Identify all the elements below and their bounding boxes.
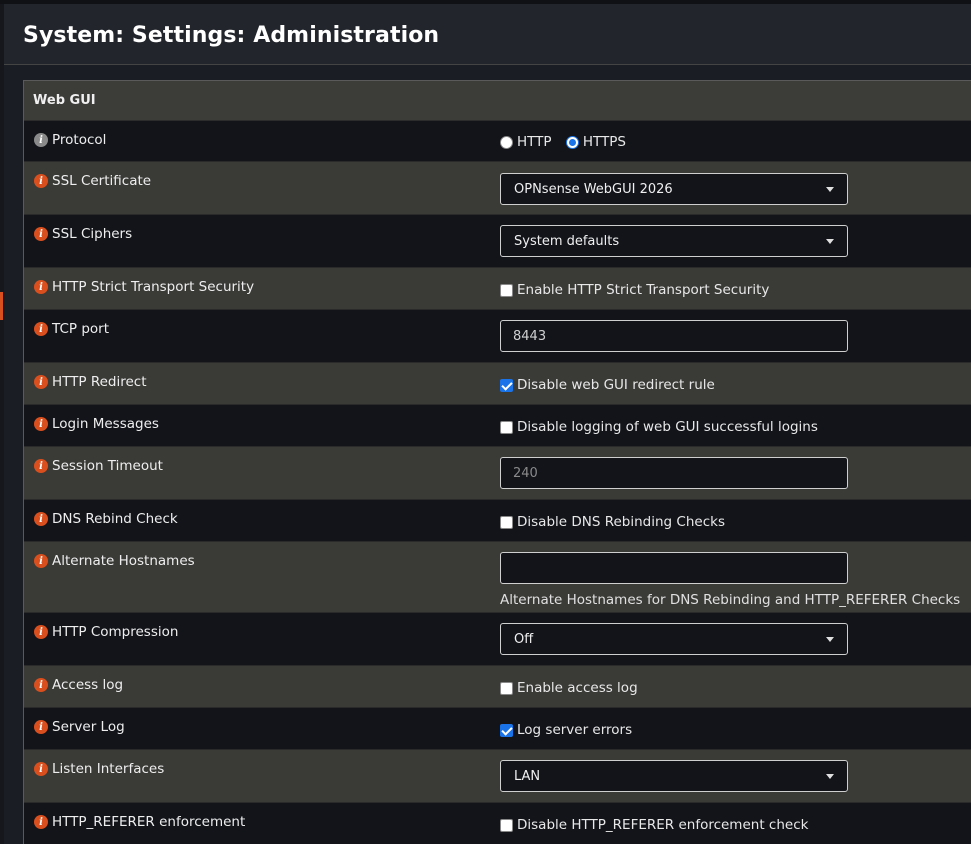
server-log-checkbox-box[interactable] — [500, 723, 513, 737]
radio-http[interactable]: HTTP — [500, 134, 552, 150]
row-tcp-port: i TCP port 8443 — [24, 310, 971, 363]
info-icon[interactable]: i — [34, 678, 48, 692]
label-protocol: i Protocol — [34, 132, 106, 148]
radio-https[interactable]: HTTPS — [565, 134, 626, 150]
sidebar-edge — [0, 4, 4, 844]
row-access-log: i Access log Enable access log — [24, 666, 971, 708]
web-gui-panel: Web GUI i Protocol HTTP HTTPS i SSL Cert… — [23, 80, 971, 844]
label-session-timeout: i Session Timeout — [34, 458, 163, 474]
label-server-log: i Server Log — [34, 719, 125, 735]
info-icon[interactable]: i — [34, 459, 48, 473]
row-session-timeout: i Session Timeout 240 — [24, 447, 971, 500]
alternate-hostnames-hint: Alternate Hostnames for DNS Rebinding an… — [500, 592, 961, 608]
dns-rebind-checkbox-box[interactable] — [500, 515, 513, 529]
info-icon[interactable]: i — [34, 227, 48, 241]
alternate-hostnames-input[interactable] — [500, 552, 848, 584]
row-http-compression: i HTTP Compression Off — [24, 613, 971, 666]
caret-down-icon — [826, 239, 834, 244]
row-dns-rebind: i DNS Rebind Check Disable DNS Rebinding… — [24, 500, 971, 542]
dns-rebind-checkbox[interactable]: Disable DNS Rebinding Checks — [500, 514, 725, 530]
sidebar-active-marker — [0, 292, 3, 320]
row-login-messages: i Login Messages Disable logging of web … — [24, 405, 971, 447]
server-log-checkbox[interactable]: Log server errors — [500, 722, 632, 738]
http-compression-select[interactable]: Off — [500, 623, 848, 655]
info-icon[interactable]: i — [34, 512, 48, 526]
referer-checkbox-box[interactable] — [500, 818, 513, 832]
info-icon[interactable]: i — [34, 815, 48, 829]
info-icon[interactable]: i — [34, 417, 48, 431]
tcp-port-input[interactable]: 8443 — [500, 320, 848, 352]
label-http-redirect: i HTTP Redirect — [34, 374, 147, 390]
row-ssl-certificate: i SSL Certificate OPNsense WebGUI 2026 — [24, 162, 971, 215]
info-icon[interactable]: i — [34, 280, 48, 294]
protocol-radios: HTTP HTTPS — [500, 134, 636, 153]
page-header: System: Settings: Administration — [4, 4, 971, 65]
row-hsts: i HTTP Strict Transport Security Enable … — [24, 268, 971, 310]
caret-down-icon — [826, 187, 834, 192]
info-icon[interactable]: i — [34, 554, 48, 568]
access-log-checkbox[interactable]: Enable access log — [500, 680, 638, 696]
info-icon[interactable]: i — [34, 174, 48, 188]
referer-checkbox[interactable]: Disable HTTP_REFERER enforcement check — [500, 817, 808, 833]
row-protocol: i Protocol HTTP HTTPS — [24, 121, 971, 162]
label-ssl-certificate: i SSL Certificate — [34, 173, 151, 189]
ssl-ciphers-select[interactable]: System defaults — [500, 225, 848, 257]
info-icon[interactable]: i — [34, 625, 48, 639]
radio-https-dot[interactable] — [565, 135, 579, 149]
listen-interfaces-select[interactable]: LAN — [500, 760, 848, 792]
row-listen-interfaces: i Listen Interfaces LAN — [24, 750, 971, 803]
row-referer-enforcement: i HTTP_REFERER enforcement Disable HTTP_… — [24, 803, 971, 844]
caret-down-icon — [826, 774, 834, 779]
label-listen-interfaces: i Listen Interfaces — [34, 761, 164, 777]
label-referer-enforcement: i HTTP_REFERER enforcement — [34, 814, 245, 830]
label-ssl-ciphers: i SSL Ciphers — [34, 226, 132, 242]
http-redirect-checkbox-box[interactable] — [500, 378, 513, 392]
info-icon[interactable]: i — [34, 322, 48, 336]
label-hsts: i HTTP Strict Transport Security — [34, 279, 254, 295]
row-alternate-hostnames: i Alternate Hostnames Alternate Hostname… — [24, 542, 971, 613]
login-messages-checkbox-box[interactable] — [500, 420, 513, 434]
login-messages-checkbox[interactable]: Disable logging of web GUI successful lo… — [500, 419, 818, 435]
label-http-compression: i HTTP Compression — [34, 624, 178, 640]
info-icon[interactable]: i — [34, 762, 48, 776]
label-access-log: i Access log — [34, 677, 123, 693]
caret-down-icon — [826, 637, 834, 642]
row-http-redirect: i HTTP Redirect Disable web GUI redirect… — [24, 363, 971, 405]
info-icon[interactable]: i — [34, 375, 48, 389]
label-tcp-port: i TCP port — [34, 321, 109, 337]
radio-http-dot[interactable] — [500, 135, 513, 149]
page-title: System: Settings: Administration — [23, 23, 440, 48]
ssl-certificate-select[interactable]: OPNsense WebGUI 2026 — [500, 173, 848, 205]
label-login-messages: i Login Messages — [34, 416, 159, 432]
access-log-checkbox-box[interactable] — [500, 681, 513, 695]
hsts-checkbox[interactable]: Enable HTTP Strict Transport Security — [500, 282, 769, 298]
label-dns-rebind: i DNS Rebind Check — [34, 511, 178, 527]
row-server-log: i Server Log Log server errors — [24, 708, 971, 750]
label-alternate-hostnames: i Alternate Hostnames — [34, 553, 195, 569]
http-redirect-checkbox[interactable]: Disable web GUI redirect rule — [500, 377, 715, 393]
session-timeout-input[interactable]: 240 — [500, 457, 848, 489]
panel-title: Web GUI — [24, 81, 971, 121]
row-ssl-ciphers: i SSL Ciphers System defaults — [24, 215, 971, 268]
hsts-checkbox-box[interactable] — [500, 283, 513, 297]
info-icon[interactable]: i — [34, 720, 48, 734]
info-icon[interactable]: i — [34, 133, 48, 147]
